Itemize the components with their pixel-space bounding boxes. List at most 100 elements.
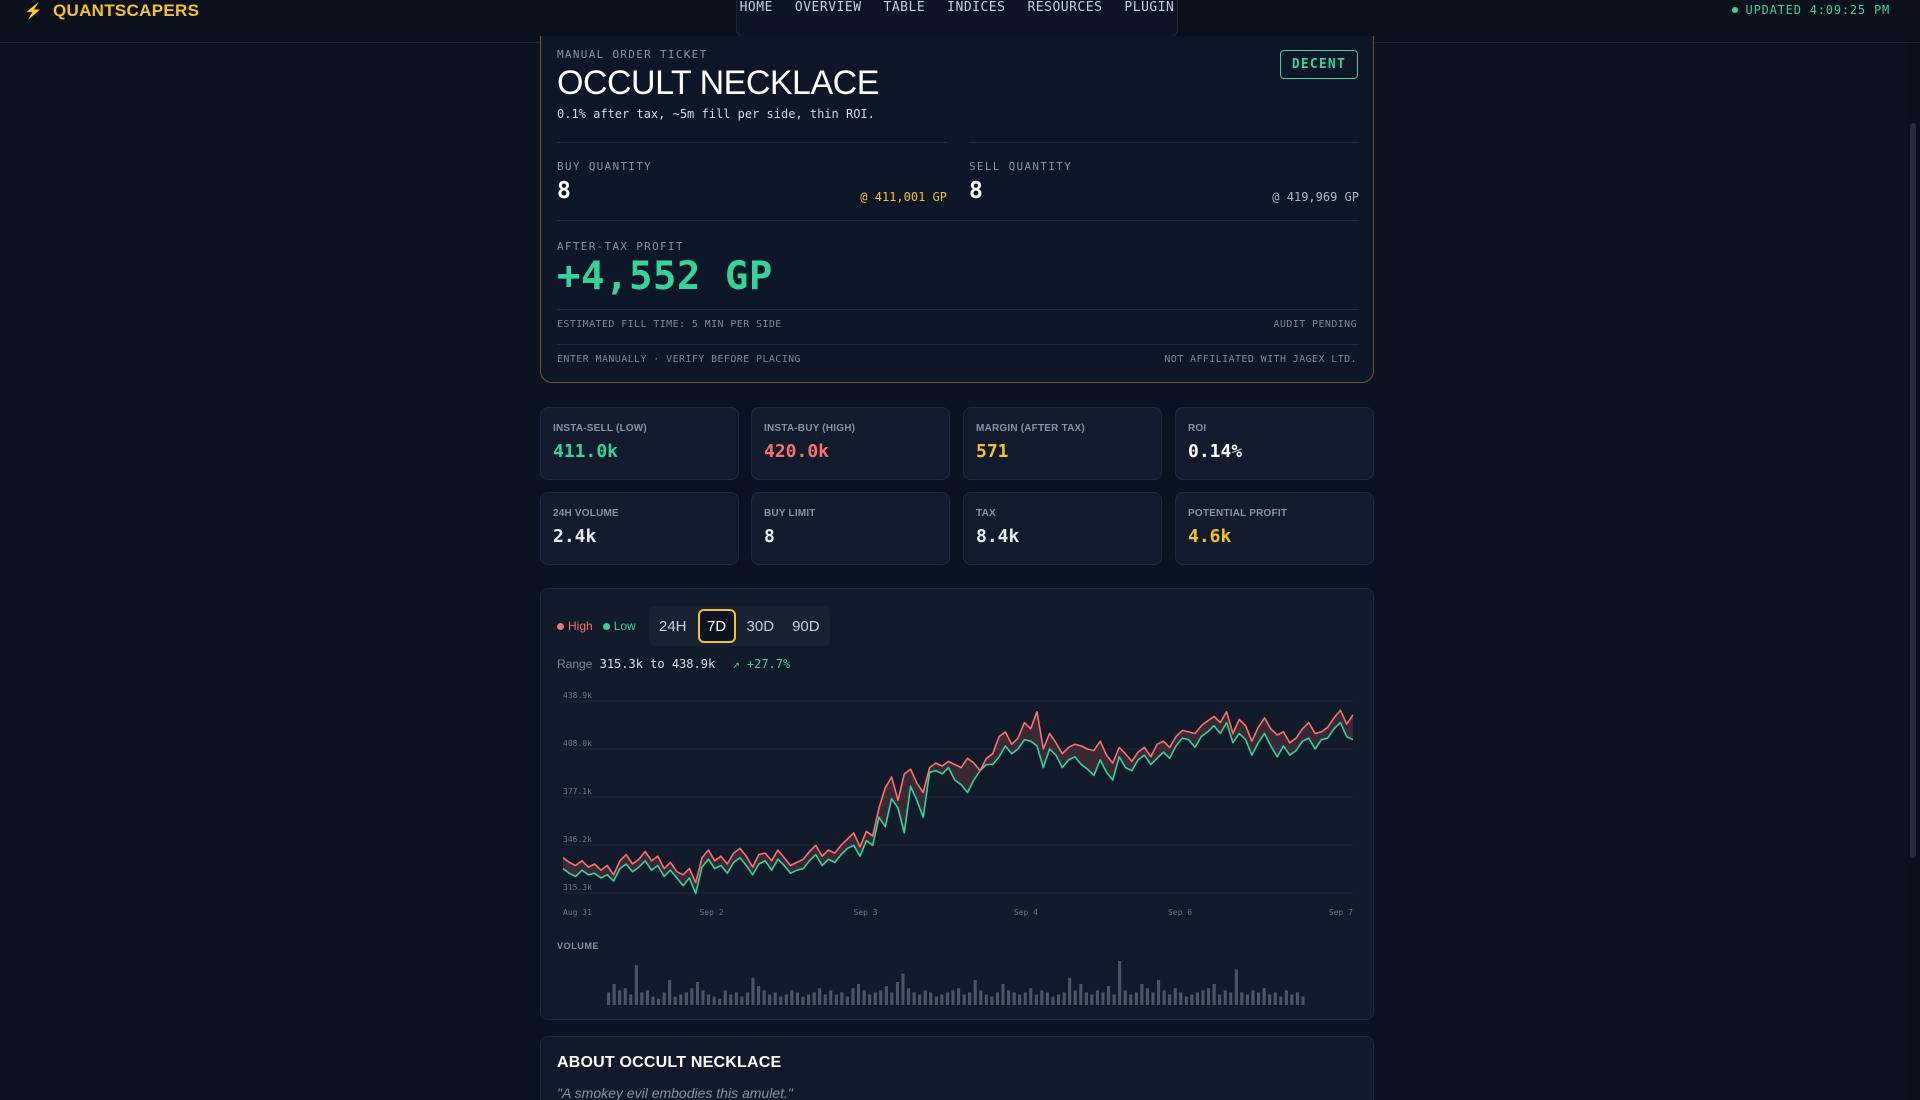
volume-bar bbox=[1001, 984, 1005, 1005]
order-ticket: MANUAL ORDER TICKET OCCULT NECKLACE 0.1%… bbox=[540, 36, 1374, 383]
volume-bar bbox=[1051, 996, 1055, 1005]
profit-value: +4,552 GP bbox=[557, 254, 773, 299]
period-30d-button[interactable]: 30D bbox=[740, 609, 782, 643]
brand-logo[interactable]: ⚡ QUANTSCAPERS bbox=[24, 0, 199, 22]
volume-bar bbox=[957, 988, 961, 1005]
volume-bar bbox=[1112, 994, 1116, 1005]
range-label: Range bbox=[557, 657, 593, 671]
volume-bar bbox=[773, 992, 777, 1005]
volume-bar bbox=[662, 992, 666, 1005]
period-24h-button[interactable]: 24H bbox=[652, 609, 694, 643]
stat-label: MARGIN (AFTER TAX) bbox=[976, 423, 1085, 434]
nav-table[interactable]: TABLE bbox=[884, 0, 926, 16]
stat-value: 2.4k bbox=[553, 526, 597, 547]
volume-bar bbox=[1123, 990, 1127, 1005]
volume-bar bbox=[1134, 992, 1138, 1005]
volume-bar bbox=[1101, 992, 1105, 1005]
stat-value: 571 bbox=[976, 441, 1009, 462]
volume-bar bbox=[1279, 996, 1283, 1005]
volume-bar bbox=[1168, 994, 1172, 1005]
volume-bar bbox=[701, 990, 705, 1005]
about-section: ABOUT OCCULT NECKLACE "A smokey evil emb… bbox=[540, 1036, 1374, 1100]
price-chart[interactable]: 438.9k 408.0k 377.1k 346.2k 315.3k Aug 31 Sep … bbox=[541, 589, 1375, 1021]
volume-bar bbox=[634, 965, 638, 1005]
stat-label: BUY LIMIT bbox=[764, 508, 816, 519]
volume-bar bbox=[784, 994, 788, 1005]
volume-bar bbox=[884, 986, 888, 1005]
volume-bar bbox=[712, 996, 716, 1005]
volume-bar bbox=[1073, 990, 1077, 1005]
stat-card-volume: 24H VOLUME 2.4k bbox=[540, 492, 739, 565]
nav-indices[interactable]: INDICES bbox=[947, 0, 1005, 16]
y-tick-label: 377.1k bbox=[563, 787, 592, 796]
sell-quantity-value[interactable]: 8 bbox=[969, 178, 983, 204]
volume-bar bbox=[1107, 986, 1111, 1005]
volume-bar bbox=[1145, 988, 1149, 1005]
legend-low[interactable]: Low bbox=[602, 619, 636, 633]
volume-bar bbox=[1257, 992, 1261, 1005]
period-90d-button[interactable]: 90D bbox=[785, 609, 827, 643]
scrollbar-thumb[interactable] bbox=[1910, 123, 1916, 858]
volume-bar bbox=[1184, 996, 1188, 1005]
volume-bar bbox=[1029, 988, 1033, 1005]
nav-home[interactable]: HOME bbox=[740, 0, 773, 16]
buy-quantity-value[interactable]: 8 bbox=[557, 178, 571, 204]
volume-bar bbox=[1018, 994, 1022, 1005]
high-dot-icon bbox=[557, 622, 564, 630]
volume-bar bbox=[1245, 994, 1249, 1005]
volume-bar bbox=[990, 996, 994, 1005]
stat-value: 8.4k bbox=[976, 526, 1020, 547]
x-tick-label: Sep 2 bbox=[699, 908, 723, 917]
legend-low-label: Low bbox=[613, 619, 636, 633]
x-tick-label: Sep 7 bbox=[1329, 908, 1353, 917]
manual-entry-note: ENTER MANUALLY · VERIFY BEFORE PLACING bbox=[557, 354, 801, 365]
sell-quantity-label: SELL QUANTITY bbox=[969, 160, 1072, 173]
volume-bar bbox=[1173, 988, 1177, 1005]
volume-bar bbox=[812, 992, 816, 1005]
update-status: UPDATED 4:09:25 PM bbox=[1731, 3, 1890, 17]
affiliation-disclaimer: NOT AFFILIATED WITH JAGEX LTD. bbox=[1164, 354, 1357, 365]
period-7d-button[interactable]: 7D bbox=[697, 609, 736, 643]
x-tick-label: Sep 6 bbox=[1168, 908, 1192, 917]
volume-bar bbox=[1068, 977, 1072, 1005]
nav-resources[interactable]: RESOURCES bbox=[1027, 0, 1102, 16]
volume-bar bbox=[779, 996, 783, 1005]
stat-card-potential-profit: POTENTIAL PROFIT 4.6k bbox=[1175, 492, 1374, 565]
range-change: ↗ +27.7% bbox=[732, 657, 791, 671]
volume-bar bbox=[679, 994, 683, 1005]
stat-card-insta-buy: INSTA-BUY (HIGH) 420.0k bbox=[751, 407, 950, 480]
item-title: OCCULT NECKLACE bbox=[557, 64, 879, 102]
nav-plugin[interactable]: PLUGIN bbox=[1124, 0, 1174, 16]
stat-value: 420.0k bbox=[764, 441, 830, 462]
price-chart-card: 438.9k 408.0k 377.1k 346.2k 315.3k Aug 31 Sep … bbox=[540, 588, 1374, 1020]
rating-badge: DECENT bbox=[1279, 50, 1358, 79]
volume-bar bbox=[1195, 992, 1199, 1005]
volume-bar bbox=[912, 992, 916, 1005]
y-tick-label: 438.9k bbox=[563, 691, 592, 700]
volume-bar bbox=[718, 998, 722, 1005]
volume-bar bbox=[657, 998, 661, 1005]
volume-bar bbox=[1295, 992, 1299, 1005]
stat-label: INSTA-SELL (LOW) bbox=[553, 423, 647, 434]
volume-bar bbox=[995, 992, 999, 1005]
volume-bar bbox=[1290, 994, 1294, 1005]
legend-high[interactable]: High bbox=[557, 619, 593, 633]
divider bbox=[557, 309, 1359, 310]
nav-overview[interactable]: OVERVIEW bbox=[795, 0, 862, 16]
lightning-bolt-icon: ⚡ bbox=[24, 3, 43, 20]
volume-bar bbox=[729, 994, 733, 1005]
volume-bar bbox=[907, 988, 911, 1005]
volume-bar bbox=[1223, 990, 1227, 1005]
divider bbox=[557, 220, 1359, 221]
volume-bar bbox=[1229, 992, 1233, 1005]
period-selector: 24H 7D 30D 90D bbox=[649, 606, 830, 646]
page-scrollbar[interactable] bbox=[1906, 43, 1920, 1100]
volume-bar bbox=[723, 990, 727, 1005]
volume-bar bbox=[868, 994, 872, 1005]
stat-card-roi: ROI 0.14% bbox=[1175, 407, 1374, 480]
price-range: Range 315.3k to 438.9k ↗ +27.7% bbox=[557, 657, 790, 671]
volume-bar bbox=[851, 988, 855, 1005]
volume-bar bbox=[818, 988, 822, 1005]
volume-bar bbox=[1090, 994, 1094, 1005]
volume-bar bbox=[845, 996, 849, 1005]
